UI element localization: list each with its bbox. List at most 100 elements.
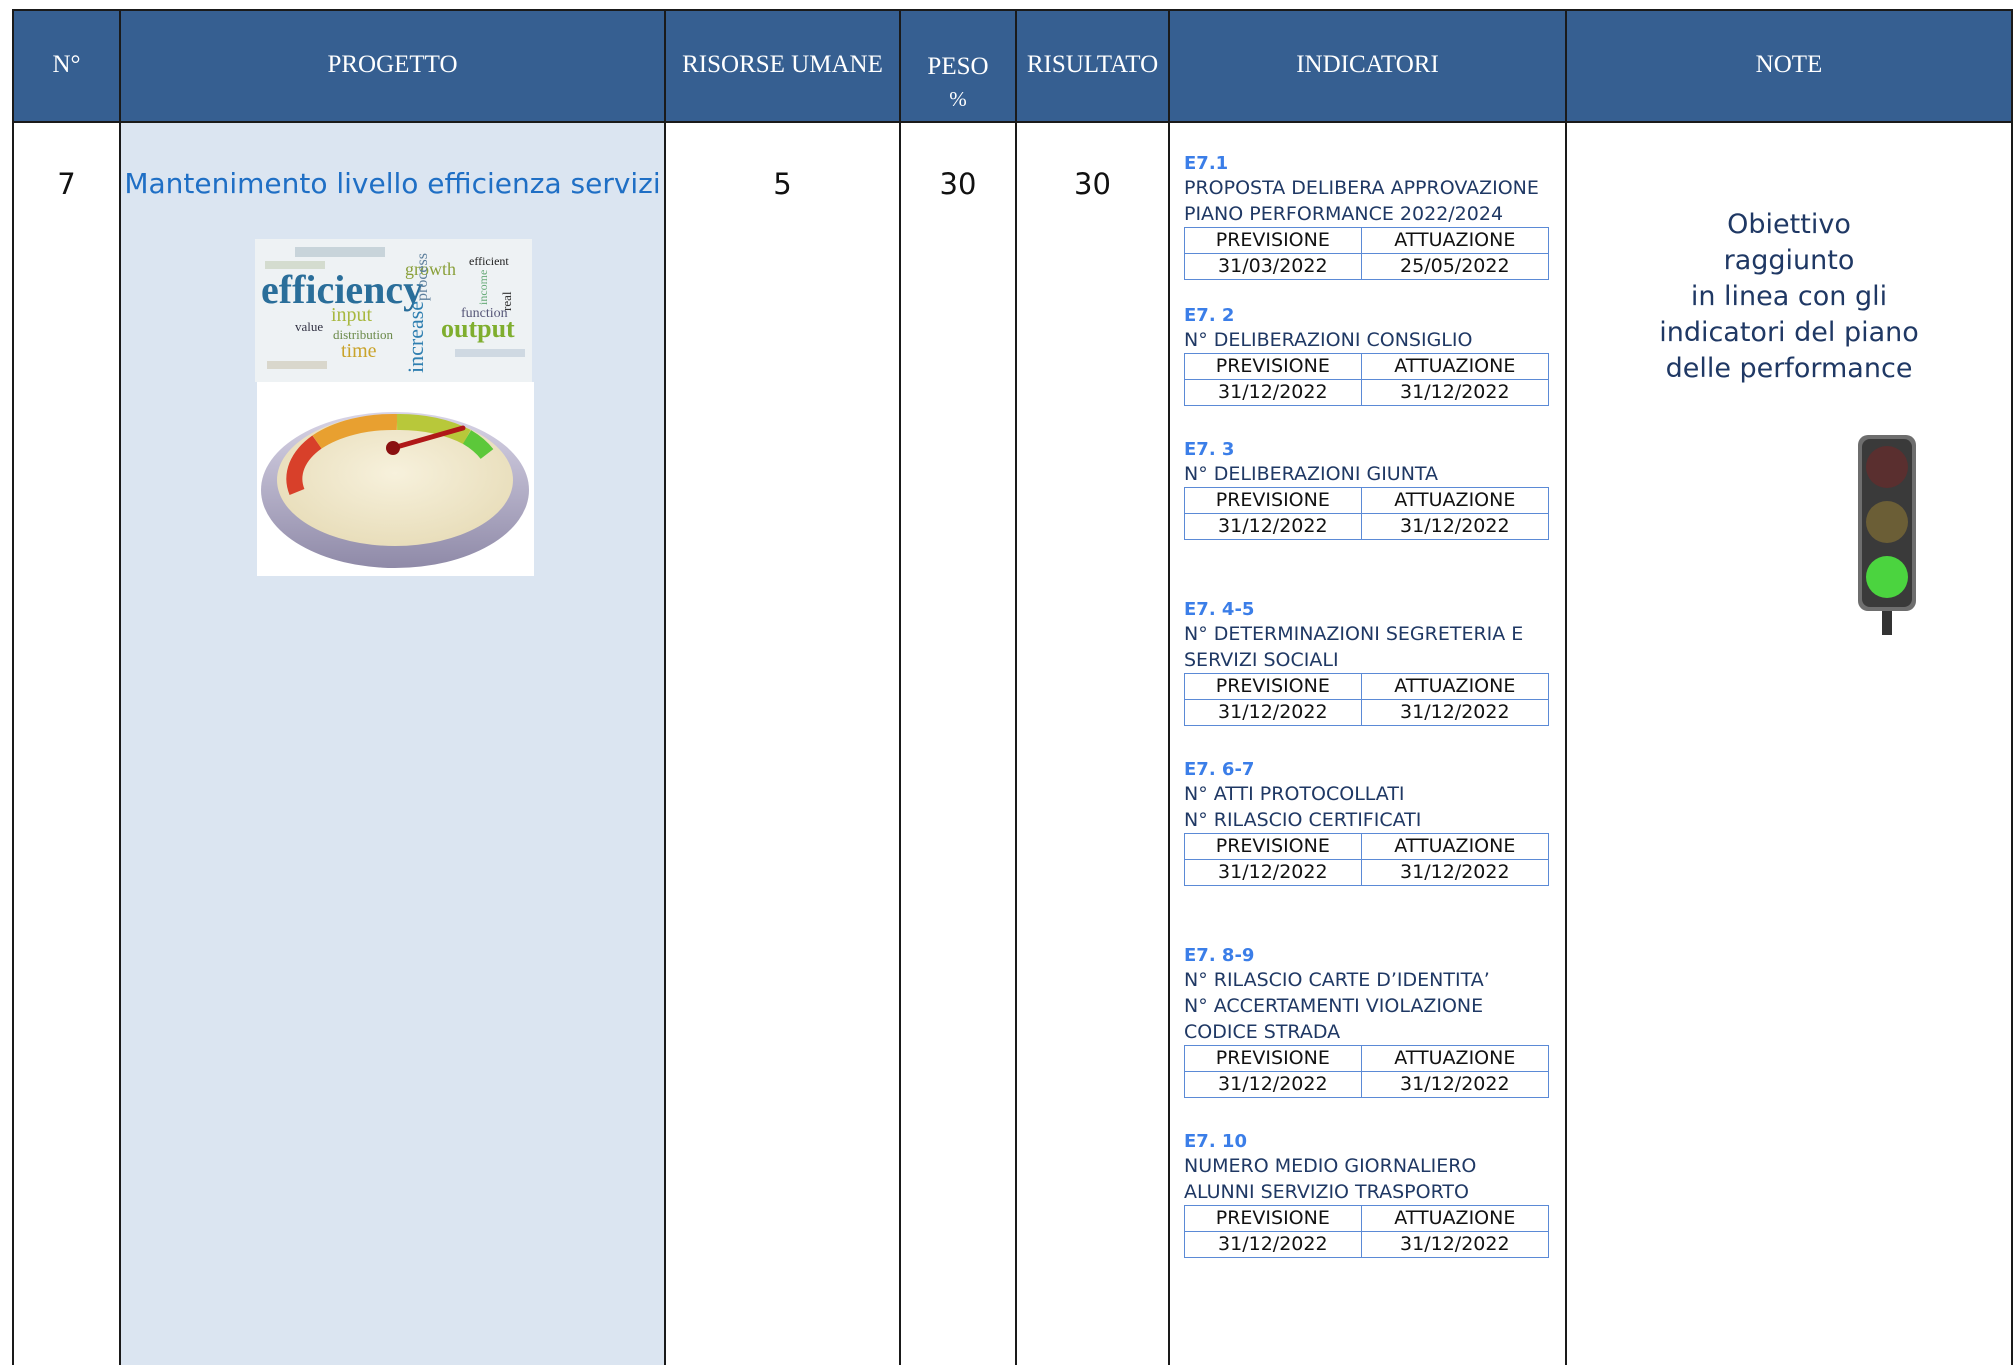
attuazione-label: ATTUAZIONE	[1360, 487, 1550, 514]
indicator-description: N° DELIBERAZIONI GIUNTA	[1184, 463, 1439, 485]
indicator-table-header-row: PREVISIONE ATTUAZIONE	[1184, 673, 1550, 700]
indicator-table: PREVISIONE ATTUAZIONE 31/12/2022 31/12/2022	[1184, 673, 1550, 726]
row-risorse: 5	[773, 167, 792, 201]
indicator-table: PREVISIONE ATTUAZIONE 31/12/2022 31/12/2022	[1184, 1045, 1550, 1098]
cell-indicatori: E7.1 PROPOSTA DELIBERA APPROVAZIONE PIANO …	[1170, 121, 1567, 1365]
previsione-value: 31/12/2022	[1184, 513, 1362, 540]
attuazione-value: 31/12/2022	[1360, 859, 1550, 886]
traffic-light-yellow-lamp	[1866, 501, 1908, 543]
indicator-table-header-row: PREVISIONE ATTUAZIONE	[1184, 353, 1550, 380]
indicator-table-header-row: PREVISIONE ATTUAZIONE	[1184, 1205, 1550, 1232]
note-line: Obiettivo	[1727, 209, 1851, 240]
word-process: process	[414, 253, 431, 301]
attuazione-value: 31/12/2022	[1360, 379, 1550, 406]
previsione-value: 31/12/2022	[1184, 699, 1362, 726]
cell-risultato: 30	[1017, 121, 1170, 1365]
indicator-description: N° RILASCIO CARTE D’IDENTITA’	[1184, 969, 1490, 991]
speedometer-image	[257, 382, 534, 576]
word-income: income	[476, 270, 490, 305]
cell-num: 7	[12, 121, 121, 1365]
attuazione-value: 25/05/2022	[1360, 253, 1550, 280]
indicator-description: N° ATTI PROTOCOLLATI	[1184, 783, 1405, 805]
indicator-block: E7.1 PROPOSTA DELIBERA APPROVAZIONE PIANO …	[1184, 153, 1550, 280]
word-input: input	[331, 304, 373, 326]
previsione-label: PREVISIONE	[1184, 673, 1362, 700]
attuazione-label: ATTUAZIONE	[1360, 227, 1550, 254]
indicator-description: SERVIZI SOCIALI	[1184, 649, 1339, 671]
indicator-table: PREVISIONE ATTUAZIONE 31/03/2022 25/05/2022	[1184, 227, 1550, 280]
indicator-description: NUMERO MEDIO GIORNALIERO	[1184, 1155, 1477, 1177]
indicator-code: E7. 2	[1184, 305, 1235, 326]
indicator-code: E7. 8-9	[1184, 945, 1255, 966]
header-num-label: N°	[52, 51, 81, 78]
indicator-table-header-row: PREVISIONE ATTUAZIONE	[1184, 1045, 1550, 1072]
previsione-value: 31/12/2022	[1184, 379, 1362, 406]
wordcloud-filler-4	[455, 349, 525, 357]
indicator-code: E7. 4-5	[1184, 599, 1255, 620]
speedometer-hub	[386, 441, 400, 455]
attuazione-label: ATTUAZIONE	[1360, 1205, 1550, 1232]
indicator-code: E7. 6-7	[1184, 759, 1255, 780]
cell-note: Obiettivo raggiunto in linea con gli ind…	[1567, 121, 2013, 1365]
indicator-block: E7. 6-7 N° ATTI PROTOCOLLATI N° RILASCIO C…	[1184, 759, 1550, 886]
speedometer-dial	[277, 414, 513, 546]
indicator-block: E7. 3 N° DELIBERAZIONI GIUNTA PREVISIONE AT…	[1184, 439, 1550, 540]
attuazione-value: 31/12/2022	[1360, 1231, 1550, 1258]
indicator-block: E7. 4-5 N° DETERMINAZIONI SEGRETERIA E SER…	[1184, 599, 1550, 726]
word-efficient: efficient	[469, 254, 509, 268]
previsione-value: 31/12/2022	[1184, 859, 1362, 886]
header-risultato: RISULTATO	[1017, 9, 1170, 121]
previsione-value: 31/12/2022	[1184, 1071, 1362, 1098]
header-note-label: NOTE	[1755, 51, 1823, 78]
word-increase: increase	[403, 301, 428, 373]
word-real: real	[499, 291, 514, 311]
header-note: NOTE	[1567, 9, 2013, 121]
attuazione-label: ATTUAZIONE	[1360, 353, 1550, 380]
attuazione-value: 31/12/2022	[1360, 513, 1550, 540]
header-peso-label: PESO %	[901, 11, 1015, 115]
previsione-label: PREVISIONE	[1184, 833, 1362, 860]
header-progetto: PROGETTO	[121, 9, 666, 121]
traffic-light-green-lamp	[1866, 556, 1908, 598]
previsione-value: 31/03/2022	[1184, 253, 1362, 280]
indicator-description: N° ACCERTAMENTI VIOLAZIONE	[1184, 995, 1484, 1017]
indicator-table-value-row: 31/12/2022 31/12/2022	[1184, 513, 1550, 540]
attuazione-value: 31/12/2022	[1360, 699, 1550, 726]
indicator-table-header-row: PREVISIONE ATTUAZIONE	[1184, 833, 1550, 860]
attuazione-label: ATTUAZIONE	[1360, 1045, 1550, 1072]
indicator-description: CODICE STRADA	[1184, 1021, 1341, 1043]
header-peso-line1: PESO	[927, 53, 989, 80]
row-peso: 30	[939, 167, 977, 201]
efficiency-wordcloud-image: efficiency growth input output value dis…	[255, 239, 532, 382]
indicator-table: PREVISIONE ATTUAZIONE 31/12/2022 31/12/2022	[1184, 1205, 1550, 1258]
wordcloud-filler-1	[295, 247, 385, 257]
header-indicatori-label: INDICATORI	[1296, 51, 1439, 78]
traffic-light-red-lamp	[1866, 446, 1908, 488]
row-risultato: 30	[1074, 167, 1111, 201]
previsione-value: 31/12/2022	[1184, 1231, 1362, 1258]
indicator-table-value-row: 31/12/2022 31/12/2022	[1184, 699, 1550, 726]
header-peso: PESO %	[901, 9, 1017, 121]
indicator-table-value-row: 31/03/2022 25/05/2022	[1184, 253, 1550, 280]
indicator-table-value-row: 31/12/2022 31/12/2022	[1184, 379, 1550, 406]
indicator-table-header-row: PREVISIONE ATTUAZIONE	[1184, 227, 1550, 254]
note-text: Obiettivo raggiunto in linea con gli ind…	[1567, 207, 2011, 387]
traffic-light-icon	[1858, 435, 1916, 635]
previsione-label: PREVISIONE	[1184, 227, 1362, 254]
note-line: raggiunto	[1723, 245, 1855, 276]
previsione-label: PREVISIONE	[1184, 1205, 1362, 1232]
project-title: Mantenimento livello efficienza servizi	[124, 167, 661, 200]
wordcloud-filler-3	[267, 361, 327, 369]
indicator-table: PREVISIONE ATTUAZIONE 31/12/2022 31/12/2022	[1184, 487, 1550, 540]
cell-progetto: Mantenimento livello efficienza servizi …	[121, 121, 666, 1365]
traffic-light-svg	[1858, 435, 1916, 635]
indicator-description: PROPOSTA DELIBERA APPROVAZIONE	[1184, 177, 1539, 199]
indicator-table: PREVISIONE ATTUAZIONE 31/12/2022 31/12/2022	[1184, 833, 1550, 886]
word-value: value	[295, 319, 323, 334]
attuazione-label: ATTUAZIONE	[1360, 673, 1550, 700]
header-peso-line2: %	[949, 87, 967, 111]
indicator-table: PREVISIONE ATTUAZIONE 31/12/2022 31/12/2022	[1184, 353, 1550, 406]
speedometer-svg	[261, 412, 529, 568]
indicator-block: E7. 2 N° DELIBERAZIONI CONSIGLIO PREVISION…	[1184, 305, 1550, 406]
indicator-description: N° DELIBERAZIONI CONSIGLIO	[1184, 329, 1473, 351]
